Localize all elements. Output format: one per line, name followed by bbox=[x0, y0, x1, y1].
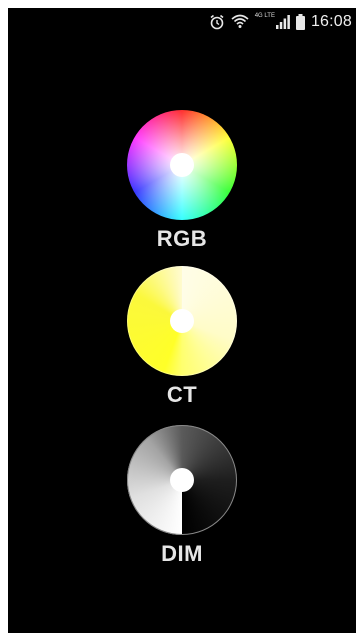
network-type-label: 4G LTE bbox=[254, 13, 275, 19]
color-temperature-wheel-handle[interactable] bbox=[170, 309, 194, 333]
mode-dim: DIM bbox=[8, 425, 356, 567]
alarm-icon bbox=[209, 12, 225, 32]
mode-rgb: RGB bbox=[8, 110, 356, 252]
color-wheel-handle[interactable] bbox=[170, 153, 194, 177]
mode-ct: CT bbox=[8, 266, 356, 408]
dimmer-wheel-icon[interactable] bbox=[127, 425, 237, 535]
wifi-icon bbox=[231, 12, 249, 32]
color-temperature-wheel-icon[interactable] bbox=[127, 266, 237, 376]
mode-label-rgb: RGB bbox=[156, 226, 208, 251]
mode-label-ct: CT bbox=[166, 382, 198, 407]
mode-label-dim: DIM bbox=[161, 541, 203, 566]
signal-icon bbox=[275, 12, 290, 32]
dimmer-wheel-handle[interactable] bbox=[170, 468, 194, 492]
color-wheel-icon[interactable] bbox=[127, 110, 237, 220]
battery-icon bbox=[295, 12, 305, 32]
status-time: 16:08 bbox=[310, 13, 352, 30]
status-bar: 4G LTE 16:08 bbox=[8, 8, 356, 36]
app-screen: 4G LTE 16:08 RGB CT DIM bbox=[8, 8, 356, 633]
